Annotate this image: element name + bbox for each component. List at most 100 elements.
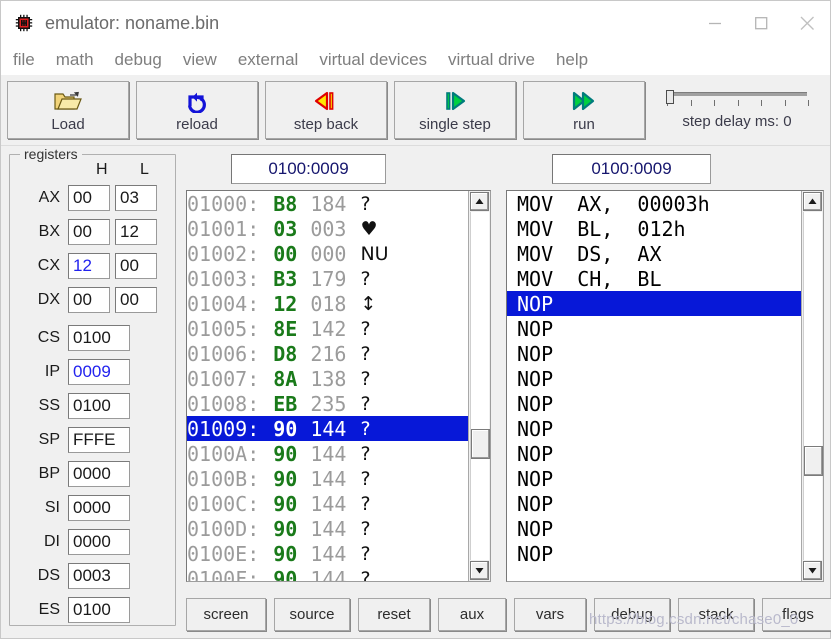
disasm-scrollbar[interactable] [801, 191, 823, 581]
disassembly-row[interactable]: NOP [507, 491, 802, 516]
register-field-ax-l[interactable]: 03 [115, 185, 157, 211]
disassembly-row[interactable]: NOP [507, 416, 802, 441]
memory-row[interactable]: 0100D: 90 144? [187, 516, 469, 541]
disasm-scroll-thumb[interactable] [804, 446, 823, 476]
disassembly-row[interactable]: NOP [507, 466, 802, 491]
bottom-button-bar: screen source reset aux vars debug stack… [186, 598, 831, 631]
memory-scroll-thumb[interactable] [471, 429, 490, 459]
reload-button[interactable]: reload [136, 81, 258, 139]
disassembly-row[interactable]: NOP [507, 541, 802, 566]
memory-row-address: 0100F: [187, 566, 260, 582]
disassembly-panel[interactable]: MOV AX, 00003h MOV BL, 012h MOV DS, AX MOV … [506, 190, 824, 582]
reset-button[interactable]: reset [358, 598, 430, 631]
maximize-button[interactable] [738, 1, 784, 45]
source-button[interactable]: source [274, 598, 350, 631]
screen-button[interactable]: screen [186, 598, 266, 631]
memory-address-input[interactable]: 0100:0009 [231, 154, 386, 184]
memory-row-decimal: 216 [310, 341, 347, 366]
memory-row-address: 0100D: [187, 516, 260, 541]
disasm-scroll-up-icon[interactable] [803, 192, 822, 211]
menu-item-debug[interactable]: debug [115, 50, 162, 70]
memory-row[interactable]: 0100A: 90 144? [187, 441, 469, 466]
register-field-dx-l[interactable]: 00 [115, 287, 157, 313]
disassembly-row[interactable]: NOP [507, 366, 802, 391]
step-delay-control: step delay ms: 0 [652, 81, 822, 139]
run-button[interactable]: run [523, 81, 645, 139]
menu-item-virtual-drive[interactable]: virtual drive [448, 50, 535, 70]
stack-button[interactable]: stack [678, 598, 754, 631]
memory-row[interactable]: 0100B: 90 144? [187, 466, 469, 491]
disasm-scroll-track[interactable] [803, 212, 823, 560]
memory-listing-panel[interactable]: 01000: B8 184? 01001: 03 003 ♥ 01002: 00 000 NU 010… [186, 190, 491, 582]
disassembly-row[interactable]: NOP [507, 341, 802, 366]
memory-scroll-track[interactable] [470, 212, 490, 560]
menu-item-virtual-devices[interactable]: virtual devices [319, 50, 427, 70]
memory-row[interactable]: 01008: EB 235? [187, 391, 469, 416]
register-field-cs[interactable]: 0100 [68, 325, 130, 351]
register-field-dx-h[interactable]: 00 [68, 287, 110, 313]
register-field-ds[interactable]: 0003 [68, 563, 130, 589]
disasm-scroll-down-icon[interactable] [803, 561, 822, 580]
disassembly-row[interactable]: MOV AX, 00003h [507, 191, 802, 216]
menu-item-file[interactable]: file [13, 50, 35, 70]
single-step-button[interactable]: single step [394, 81, 516, 139]
memory-scrollbar[interactable] [468, 191, 490, 581]
memory-row[interactable]: 0100F: 90 144? [187, 566, 469, 582]
register-field-ss[interactable]: 0100 [68, 393, 130, 419]
vars-button[interactable]: vars [514, 598, 586, 631]
memory-list[interactable]: 01000: B8 184? 01001: 03 003 ♥ 01002: 00 000 NU 010… [187, 191, 469, 581]
disassembly-list[interactable]: MOV AX, 00003h MOV BL, 012h MOV DS, AX MOV … [507, 191, 802, 581]
step-delay-slider[interactable] [663, 90, 811, 108]
register-row-ax: AX 00 03 [10, 183, 157, 213]
register-field-bp[interactable]: 0000 [68, 461, 130, 487]
register-field-si[interactable]: 0000 [68, 495, 130, 521]
memory-row[interactable]: 01003: B3 179? [187, 266, 469, 291]
register-field-es[interactable]: 0100 [68, 597, 130, 623]
memory-row[interactable]: 0100E: 90 144? [187, 541, 469, 566]
minimize-button[interactable] [692, 1, 738, 45]
memory-row[interactable]: 01009: 90 144? [187, 416, 469, 441]
memory-row[interactable]: 01000: B8 184? [187, 191, 469, 216]
memory-row[interactable]: 01007: 8A 138? [187, 366, 469, 391]
disassembly-row[interactable]: MOV CH, BL [507, 266, 802, 291]
register-field-cx-h[interactable]: 12 [68, 253, 110, 279]
disasm-address-input[interactable]: 0100:0009 [552, 154, 711, 184]
register-field-bx-h[interactable]: 00 [68, 219, 110, 245]
load-button[interactable]: Load [7, 81, 129, 139]
register-field-sp[interactable]: FFFE [68, 427, 130, 453]
memory-scroll-down-icon[interactable] [470, 561, 489, 580]
memory-row[interactable]: 01006: D8 216? [187, 341, 469, 366]
disassembly-row[interactable]: MOV DS, AX [507, 241, 802, 266]
disassembly-row[interactable]: NOP [507, 291, 802, 316]
disassembly-row[interactable]: NOP [507, 441, 802, 466]
register-field-ax-h[interactable]: 00 [68, 185, 110, 211]
register-row-bp: BP 0000 [10, 459, 130, 489]
menu-item-external[interactable]: external [238, 50, 298, 70]
menu-item-math[interactable]: math [56, 50, 94, 70]
register-field-di[interactable]: 0000 [68, 529, 130, 555]
disassembly-row[interactable]: NOP [507, 391, 802, 416]
memory-row[interactable]: 0100C: 90 144? [187, 491, 469, 516]
slider-thumb[interactable] [666, 90, 674, 104]
aux-button[interactable]: aux [438, 598, 506, 631]
menu-item-view[interactable]: view [183, 50, 217, 70]
memory-row[interactable]: 01005: 8E 142? [187, 316, 469, 341]
register-field-ip[interactable]: 0009 [68, 359, 130, 385]
close-button[interactable] [784, 1, 830, 45]
step-back-button[interactable]: step back [265, 81, 387, 139]
register-label-ip: IP [44, 363, 60, 380]
disassembly-row[interactable]: MOV BL, 012h [507, 216, 802, 241]
memory-row[interactable]: 01004: 12 018 ↕ [187, 291, 469, 316]
memory-row[interactable]: 01002: 00 000 NU [187, 241, 469, 266]
menu-item-help[interactable]: help [556, 50, 588, 70]
debug-button[interactable]: debug [594, 598, 670, 631]
disassembly-row[interactable]: NOP [507, 316, 802, 341]
memory-scroll-up-icon[interactable] [470, 192, 489, 211]
register-field-cx-l[interactable]: 00 [115, 253, 157, 279]
flags-button[interactable]: flags [762, 598, 831, 631]
disassembly-row[interactable]: . . . [507, 566, 802, 582]
register-label-dx: DX [37, 291, 60, 308]
memory-row[interactable]: 01001: 03 003 ♥ [187, 216, 469, 241]
disassembly-row[interactable]: NOP [507, 516, 802, 541]
register-field-bx-l[interactable]: 12 [115, 219, 157, 245]
